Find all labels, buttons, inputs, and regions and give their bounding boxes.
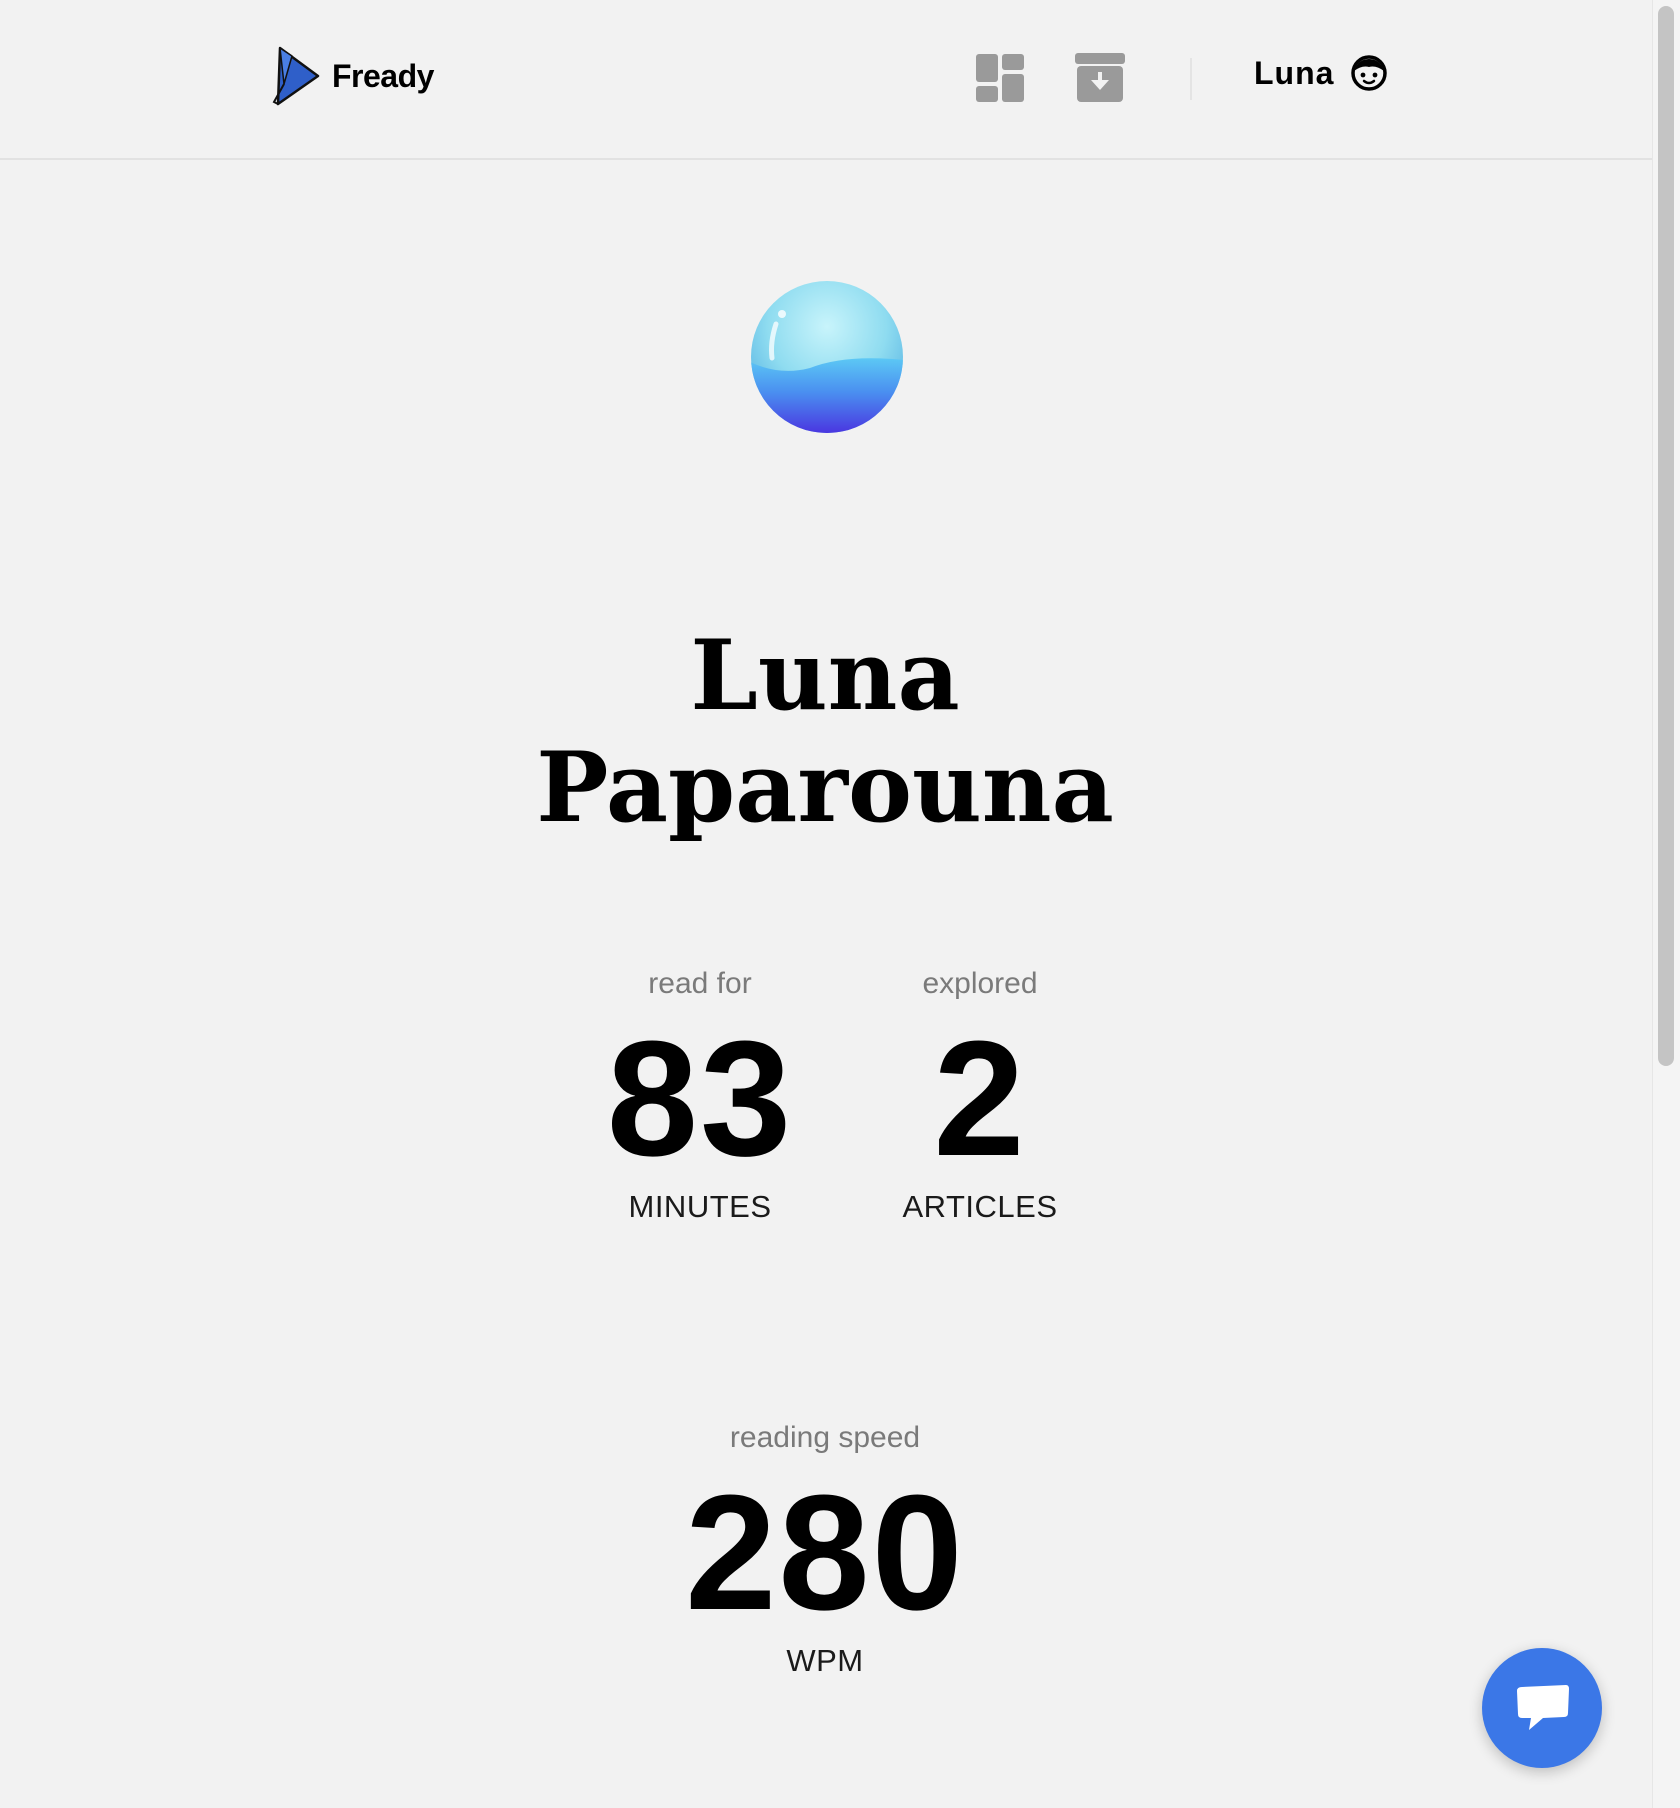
profile-page: Fready Luna Luna Paparouna read for 83 M… bbox=[0, 0, 1680, 1808]
chat-bubble-icon bbox=[1517, 1685, 1569, 1730]
fready-logo-link[interactable]: Fready bbox=[270, 44, 434, 108]
archive-icon[interactable] bbox=[1074, 52, 1126, 104]
scrollbar-thumb[interactable] bbox=[1658, 6, 1674, 1066]
header-divider bbox=[1190, 58, 1192, 100]
reading-speed-value: 280 bbox=[685, 1461, 965, 1644]
chat-button[interactable] bbox=[1482, 1648, 1602, 1768]
read-for-unit: MINUTES bbox=[628, 1189, 772, 1224]
smiley-face-icon bbox=[1351, 55, 1388, 91]
explored-label: explored bbox=[922, 967, 1038, 1000]
reading-speed-stat: reading speed 280 WPM bbox=[625, 1420, 1025, 1680]
user-name: Luna bbox=[1254, 54, 1335, 91]
explored-value: 2 bbox=[933, 1007, 1027, 1190]
read-for-label: read for bbox=[648, 967, 752, 1000]
profile-first-name: Luna bbox=[690, 619, 960, 732]
profile-avatar bbox=[750, 280, 904, 434]
profile-last-name: Paparouna bbox=[536, 731, 1114, 844]
reading-speed-label: reading speed bbox=[729, 1421, 921, 1454]
user-menu-button[interactable]: Luna bbox=[1254, 54, 1388, 92]
dashboard-icon[interactable] bbox=[974, 52, 1026, 104]
top-header: Fready Luna bbox=[0, 0, 1652, 160]
fready-logo-icon bbox=[272, 46, 320, 106]
read-for-value: 83 bbox=[606, 1007, 794, 1190]
read-for-stat: read for 83 MINUTES bbox=[560, 966, 840, 1226]
explored-unit: ARTICLES bbox=[902, 1189, 1058, 1224]
profile-full-name: Luna Paparouna bbox=[440, 620, 1210, 844]
explored-stat: explored 2 ARTICLES bbox=[860, 966, 1100, 1226]
reading-speed-unit: WPM bbox=[786, 1643, 864, 1678]
logo-text: Fready bbox=[332, 57, 434, 94]
